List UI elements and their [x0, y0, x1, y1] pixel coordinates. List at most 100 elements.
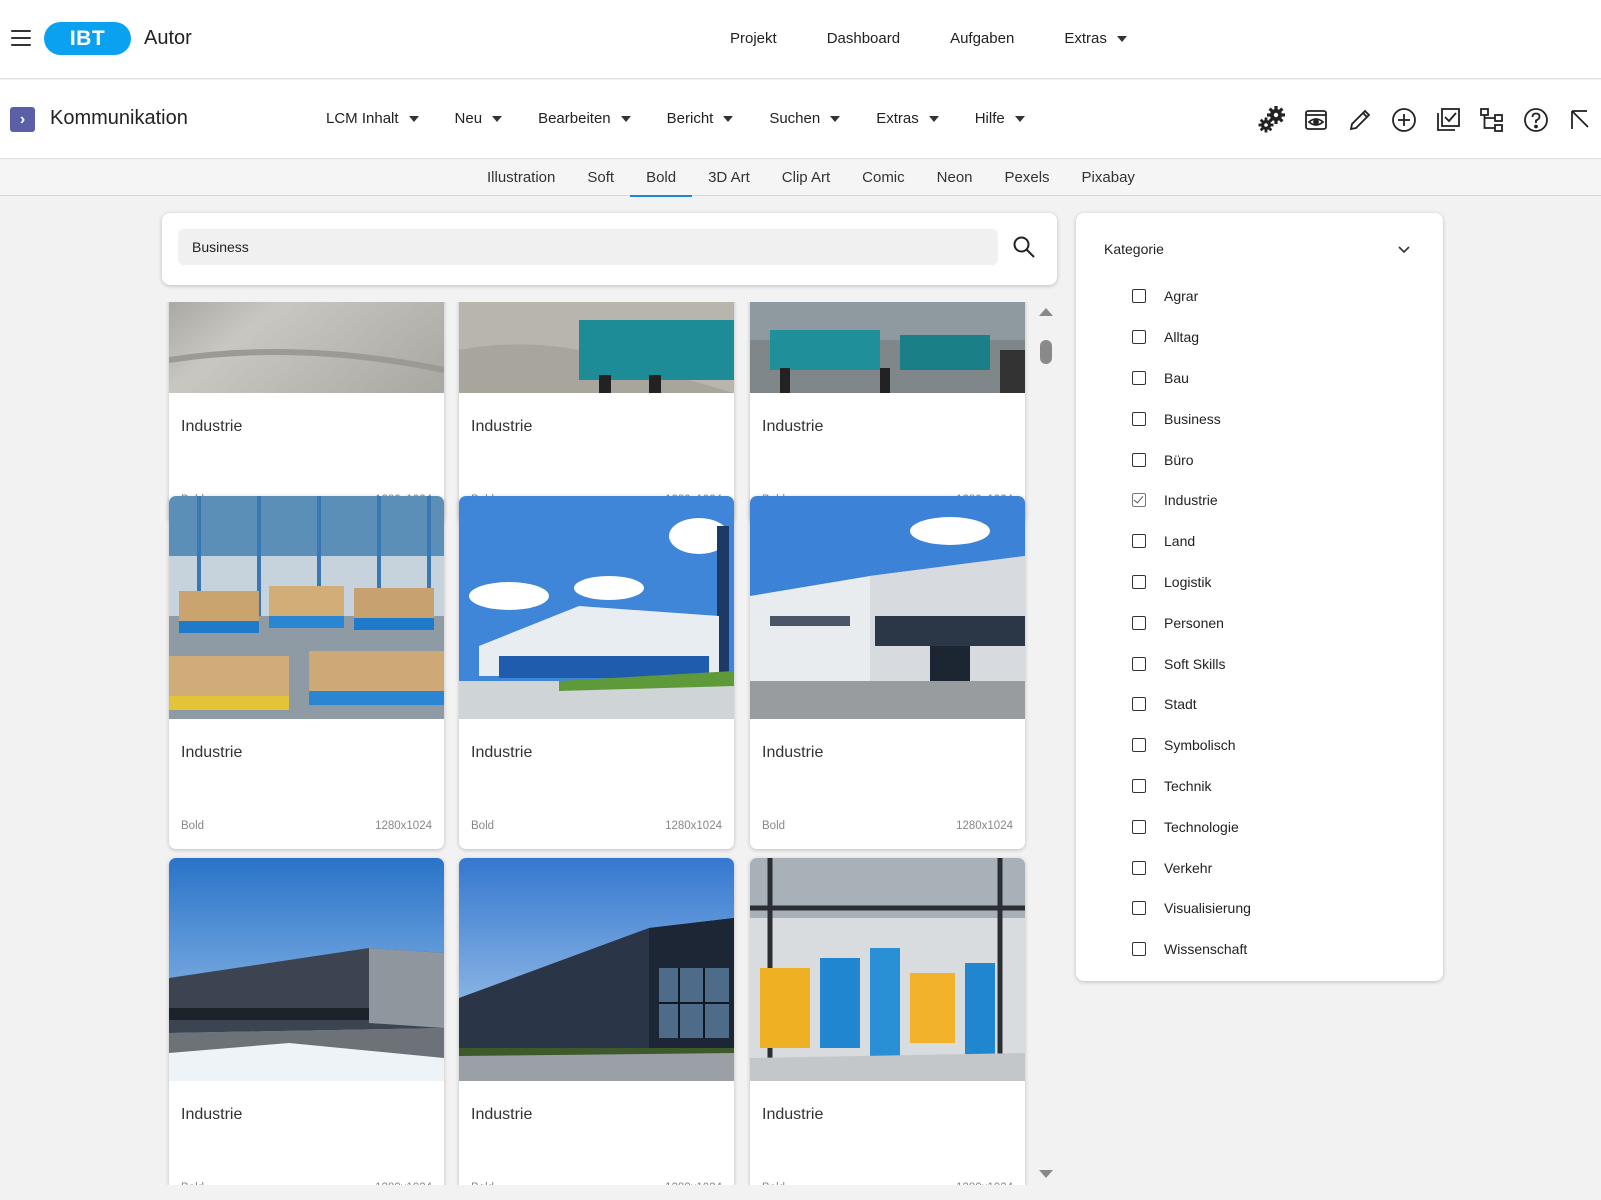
result-thumbnail	[459, 496, 734, 719]
menu-bericht[interactable]: Bericht	[667, 110, 734, 127]
scroll-down-icon[interactable]	[1039, 1170, 1053, 1178]
checkbox[interactable]	[1132, 656, 1146, 671]
checkbox-checked[interactable]	[1132, 493, 1146, 508]
tab-3d-art[interactable]: 3D Art	[692, 160, 766, 196]
category-soft-skills[interactable]: Soft Skills	[1132, 643, 1251, 684]
gears-icon[interactable]	[1250, 102, 1294, 138]
result-card[interactable]: Industrie Bold 1280x1024	[169, 496, 444, 849]
category-industrie[interactable]: Industrie	[1132, 480, 1251, 521]
menu-label: LCM Inhalt	[326, 110, 399, 127]
category-label: Symbolisch	[1164, 737, 1236, 754]
checklist-icon[interactable]	[1426, 102, 1470, 138]
chevron-right-icon[interactable]: ›	[10, 107, 35, 132]
category-agrar[interactable]: Agrar	[1132, 276, 1251, 317]
checkbox[interactable]	[1132, 901, 1146, 916]
result-style: Bold	[762, 820, 786, 832]
category-personen[interactable]: Personen	[1132, 602, 1251, 643]
arrow-up-left-icon[interactable]	[1558, 102, 1601, 138]
tab-bold[interactable]: Bold	[630, 160, 693, 197]
caret-down-icon	[408, 115, 419, 122]
checkbox[interactable]	[1132, 534, 1146, 549]
category-label: Verkehr	[1164, 859, 1213, 876]
category-visualisierung[interactable]: Visualisierung	[1132, 888, 1251, 929]
category-technik[interactable]: Technik	[1132, 766, 1251, 807]
checkbox[interactable]	[1132, 819, 1146, 834]
tab-illustration[interactable]: Illustration	[471, 160, 571, 196]
category-business[interactable]: Business	[1132, 398, 1251, 439]
menu-lcm-inhalt[interactable]: LCM Inhalt	[326, 110, 419, 127]
tab-pexels[interactable]: Pexels	[989, 160, 1066, 196]
result-card[interactable]: Industrie Bold 1280x1024	[459, 496, 734, 849]
category-wissenschaft[interactable]: Wissenschaft	[1132, 929, 1251, 970]
results-scrollbar[interactable]	[1037, 302, 1055, 1185]
menu-label: Bericht	[666, 110, 714, 127]
menu-extras[interactable]: Extras	[876, 110, 939, 127]
search-input[interactable]	[178, 229, 998, 265]
category-technologie[interactable]: Technologie	[1132, 806, 1251, 847]
checkbox[interactable]	[1132, 330, 1146, 345]
nav-item-projekt[interactable]: Projekt	[730, 30, 777, 47]
tab-pixabay[interactable]: Pixabay	[1066, 160, 1151, 196]
category-label: Stadt	[1164, 696, 1197, 713]
result-card[interactable]: Industrie Bold 1280x1024	[459, 858, 734, 1185]
checkbox[interactable]	[1132, 411, 1146, 426]
tab-soft[interactable]: Soft	[571, 160, 630, 196]
menu-hilfe[interactable]: Hilfe	[975, 110, 1025, 127]
result-card[interactable]: Industrie Bold 1280x1024	[750, 302, 1025, 523]
checkbox[interactable]	[1132, 615, 1146, 630]
results-grid[interactable]: Industrie Bold 1280x1024 Industrie Bold …	[162, 302, 1032, 1185]
menu-bearbeiten[interactable]: Bearbeiten	[538, 110, 631, 127]
pencil-icon[interactable]	[1338, 102, 1382, 138]
style-tabs: Illustration Soft Bold 3D Art Clip Art C…	[0, 160, 1601, 197]
help-icon[interactable]	[1514, 102, 1558, 138]
result-card[interactable]: Industrie Bold 1280x1024	[169, 858, 444, 1185]
category-alltag[interactable]: Alltag	[1132, 317, 1251, 358]
preview-icon[interactable]	[1294, 102, 1338, 138]
checkbox[interactable]	[1132, 289, 1146, 304]
module-bar: › Kommunikation LCM Inhalt Neu Bearbeite…	[0, 80, 1601, 159]
nav-item-dashboard[interactable]: Dashboard	[827, 30, 900, 47]
result-card[interactable]: Industrie Bold 1280x1024	[750, 496, 1025, 849]
tab-neon[interactable]: Neon	[921, 160, 989, 196]
result-style: Bold	[471, 1182, 494, 1185]
checkbox[interactable]	[1132, 942, 1146, 957]
category-land[interactable]: Land	[1132, 521, 1251, 562]
tree-icon[interactable]	[1470, 102, 1514, 138]
chevron-down-icon[interactable]	[1396, 241, 1412, 257]
category-symbolisch[interactable]: Symbolisch	[1132, 725, 1251, 766]
scrollbar-thumb[interactable]	[1040, 340, 1052, 364]
result-dimensions: 1280x1024	[956, 820, 1013, 832]
category-logistik[interactable]: Logistik	[1132, 562, 1251, 603]
scroll-up-icon[interactable]	[1039, 308, 1053, 316]
result-card[interactable]: Industrie Bold 1280x1024	[459, 302, 734, 523]
category-buero[interactable]: Büro	[1132, 439, 1251, 480]
checkbox[interactable]	[1132, 738, 1146, 753]
checkbox[interactable]	[1132, 778, 1146, 793]
category-label: Büro	[1164, 451, 1194, 468]
menu-neu[interactable]: Neu	[455, 110, 503, 127]
category-bau[interactable]: Bau	[1132, 358, 1251, 399]
result-card[interactable]: Industrie Bold 1280x1024	[169, 302, 444, 523]
add-circle-icon[interactable]	[1382, 102, 1426, 138]
checkbox[interactable]	[1132, 697, 1146, 712]
result-dimensions: 1280x1024	[375, 820, 432, 832]
search-icon[interactable]	[1008, 231, 1040, 263]
nav-label: Extras	[1064, 30, 1107, 47]
category-stadt[interactable]: Stadt	[1132, 684, 1251, 725]
result-thumbnail	[750, 496, 1025, 719]
menu-suchen[interactable]: Suchen	[769, 110, 841, 127]
tab-clip-art[interactable]: Clip Art	[766, 160, 846, 196]
category-verkehr[interactable]: Verkehr	[1132, 847, 1251, 888]
checkbox[interactable]	[1132, 370, 1146, 385]
nav-item-aufgaben[interactable]: Aufgaben	[950, 30, 1014, 47]
result-dimensions: 1280x1024	[665, 1182, 722, 1185]
checkbox[interactable]	[1132, 860, 1146, 875]
logo[interactable]: IBT	[44, 22, 131, 55]
nav-item-extras[interactable]: Extras	[1064, 30, 1127, 47]
menu-icon[interactable]	[11, 30, 31, 46]
checkbox[interactable]	[1132, 574, 1146, 589]
category-label: Personen	[1164, 614, 1224, 631]
result-card[interactable]: Industrie Bold 1280x1024	[750, 858, 1025, 1185]
tab-comic[interactable]: Comic	[846, 160, 921, 196]
checkbox[interactable]	[1132, 452, 1146, 467]
